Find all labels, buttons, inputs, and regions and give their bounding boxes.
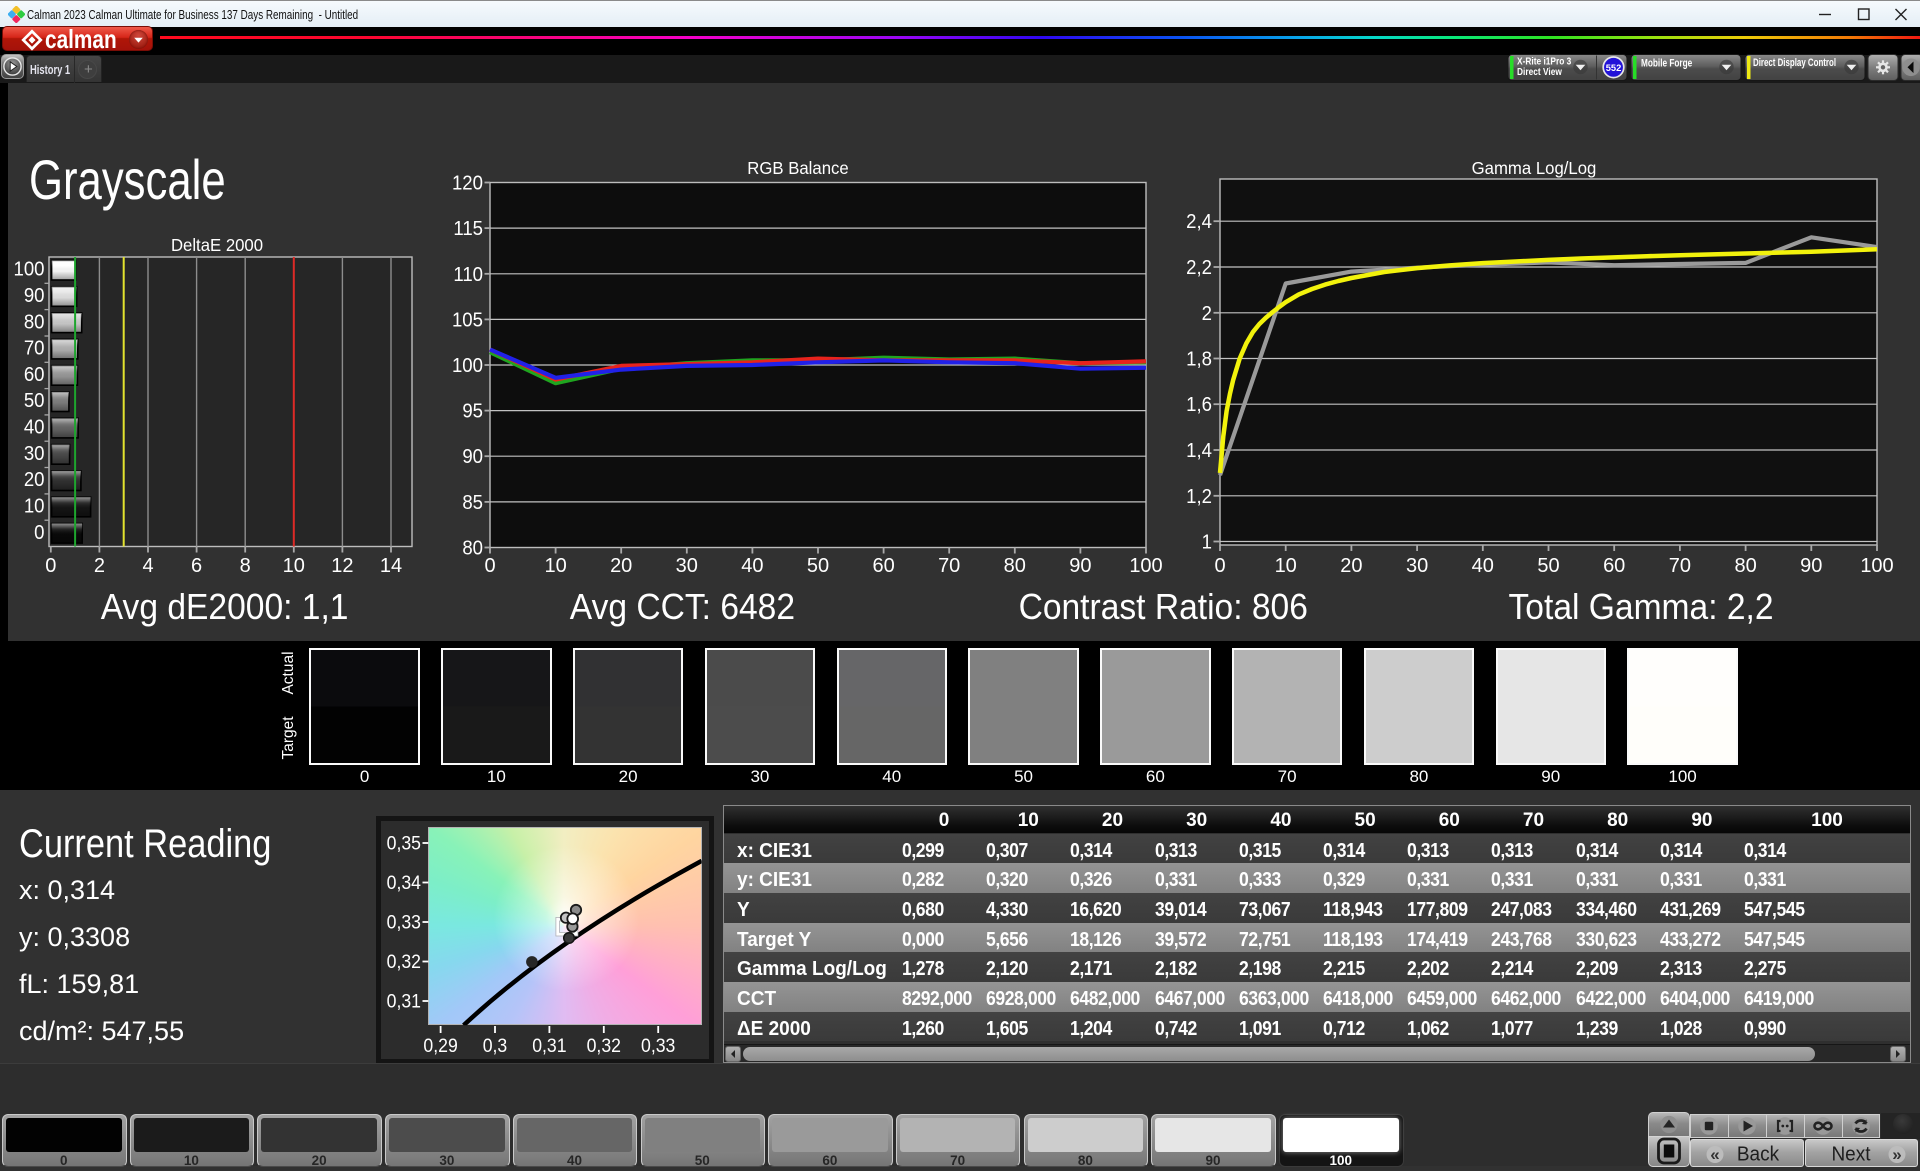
svg-text:115: 115 [453, 219, 483, 241]
svg-text:100: 100 [1860, 555, 1893, 577]
svg-text:50: 50 [24, 391, 45, 413]
svg-text:0,33: 0,33 [387, 911, 421, 933]
svg-text:14: 14 [380, 555, 402, 577]
svg-text:0,33: 0,33 [641, 1034, 675, 1056]
svg-text:80: 80 [1734, 555, 1756, 577]
svg-text:85: 85 [462, 492, 483, 514]
svg-text:»: » [1892, 1145, 1901, 1164]
svg-text:70: 70 [24, 338, 45, 360]
svg-text:0: 0 [484, 555, 495, 577]
svg-text:70: 70 [938, 555, 960, 577]
svg-text:30: 30 [676, 555, 698, 577]
svg-text:90: 90 [24, 285, 45, 307]
svg-text:0,32: 0,32 [387, 950, 421, 972]
svg-text:10: 10 [283, 555, 305, 577]
svg-text:0,35: 0,35 [387, 832, 421, 854]
svg-text:10: 10 [24, 496, 45, 518]
svg-text:2: 2 [94, 555, 105, 577]
svg-text:50: 50 [807, 555, 829, 577]
svg-text:Gamma Log/Log: Gamma Log/Log [1472, 157, 1597, 178]
svg-text:1: 1 [1202, 532, 1212, 554]
svg-text:552: 552 [1606, 63, 1622, 73]
svg-text:100: 100 [13, 259, 44, 281]
svg-text:95: 95 [462, 401, 483, 423]
svg-text:1,4: 1,4 [1186, 440, 1212, 462]
svg-text:0: 0 [34, 522, 44, 544]
svg-text:X-Rite i1Pro 3: X-Rite i1Pro 3 [1517, 56, 1571, 67]
svg-text:90: 90 [1069, 555, 1091, 577]
svg-text:60: 60 [872, 555, 894, 577]
svg-text:50: 50 [1537, 555, 1559, 577]
svg-text:0,29: 0,29 [423, 1034, 457, 1056]
svg-text:40: 40 [24, 417, 45, 439]
svg-text:110: 110 [453, 264, 483, 286]
svg-text:Direct View: Direct View [1517, 66, 1563, 77]
svg-text:40: 40 [741, 555, 763, 577]
svg-text:105: 105 [452, 310, 483, 332]
svg-text:«: « [1710, 1145, 1719, 1164]
svg-text:0,31: 0,31 [532, 1034, 566, 1056]
svg-text:100: 100 [452, 355, 483, 377]
svg-text:0,31: 0,31 [387, 990, 421, 1012]
svg-text:120: 120 [452, 173, 483, 195]
svg-text:40: 40 [1472, 555, 1494, 577]
svg-text:0: 0 [45, 555, 56, 577]
svg-text:4: 4 [142, 555, 153, 577]
svg-text:60: 60 [24, 364, 45, 386]
svg-text:Mobile Forge: Mobile Forge [1641, 57, 1693, 70]
svg-text:12: 12 [331, 555, 353, 577]
svg-text:Target: Target [280, 716, 297, 760]
svg-text:80: 80 [24, 312, 45, 334]
svg-text:0,32: 0,32 [587, 1034, 621, 1056]
svg-text:1,8: 1,8 [1186, 349, 1212, 371]
svg-text:70: 70 [1669, 555, 1691, 577]
svg-text:0: 0 [1214, 555, 1225, 577]
svg-text:90: 90 [462, 447, 483, 469]
svg-text:30: 30 [1406, 555, 1428, 577]
svg-text:2,4: 2,4 [1186, 212, 1212, 234]
svg-text:0,3: 0,3 [483, 1034, 508, 1056]
svg-text:10: 10 [1275, 555, 1297, 577]
svg-text:6: 6 [191, 555, 202, 577]
svg-text:90: 90 [1800, 555, 1822, 577]
svg-text:RGB Balance: RGB Balance [747, 157, 848, 178]
svg-text:0,34: 0,34 [387, 871, 421, 893]
svg-text:60: 60 [1603, 555, 1625, 577]
svg-text:Direct Display Control: Direct Display Control [1753, 57, 1836, 70]
svg-text:30: 30 [24, 443, 45, 465]
svg-text:2,2: 2,2 [1186, 257, 1212, 279]
svg-text:20: 20 [610, 555, 632, 577]
svg-text:1,2: 1,2 [1186, 486, 1212, 508]
svg-text:DeltaE 2000: DeltaE 2000 [171, 234, 263, 255]
svg-text:80: 80 [462, 538, 483, 560]
svg-text:100: 100 [1129, 555, 1162, 577]
svg-text:10: 10 [544, 555, 566, 577]
svg-text:80: 80 [1004, 555, 1026, 577]
svg-text:20: 20 [24, 470, 45, 492]
svg-text:Actual: Actual [280, 651, 297, 694]
svg-text:20: 20 [1340, 555, 1362, 577]
svg-text:2: 2 [1202, 303, 1212, 325]
svg-text:Back: Back [1737, 1143, 1779, 1166]
svg-text:8: 8 [240, 555, 251, 577]
svg-text:Next: Next [1831, 1143, 1871, 1166]
svg-text:1,6: 1,6 [1186, 395, 1212, 417]
